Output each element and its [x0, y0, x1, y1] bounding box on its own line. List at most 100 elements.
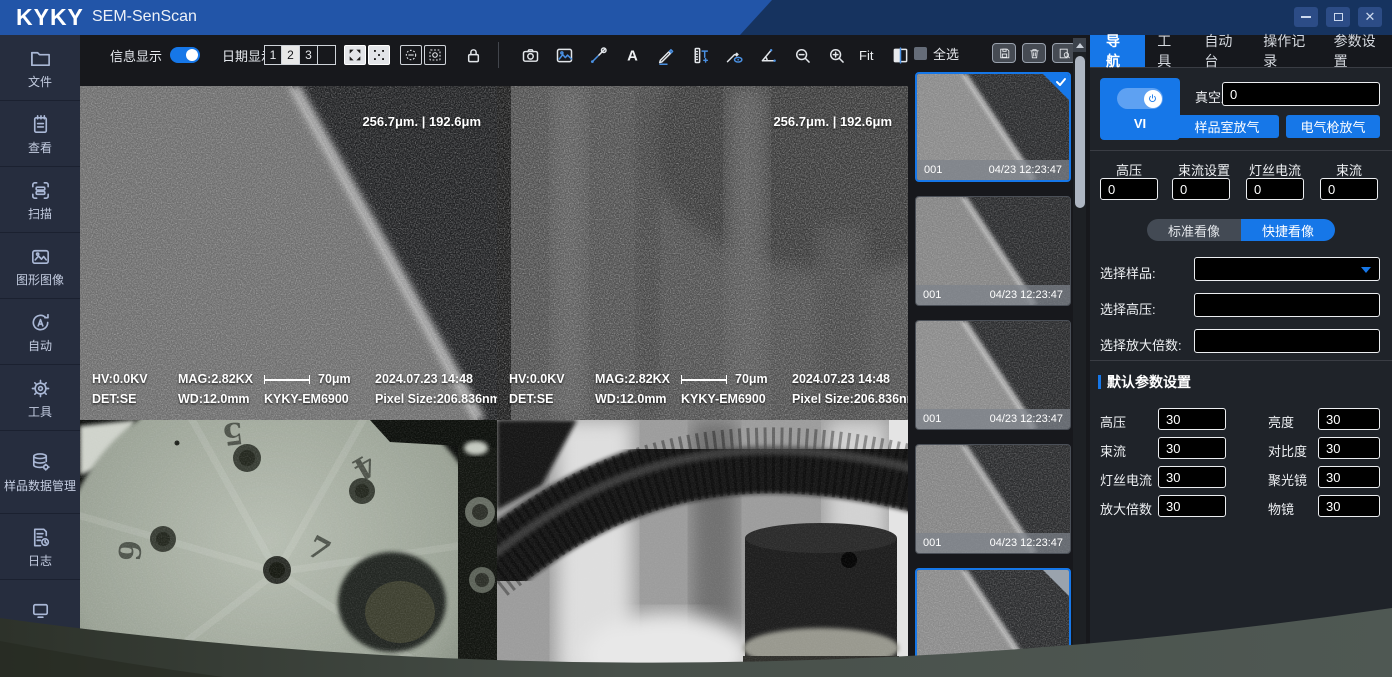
quick-imaging-button[interactable]: 快捷看像: [1241, 219, 1335, 241]
chevron-down-icon: [1361, 267, 1371, 273]
lock-button[interactable]: [460, 43, 486, 67]
select-sample-dropdown[interactable]: [1194, 257, 1380, 281]
sem-viewport-1[interactable]: 256.7μm. | 192.6μm HV:0.0KV MAG:2.82KX 7…: [80, 86, 497, 420]
param-objective-label: 物镜: [1268, 499, 1294, 518]
thumbnail-item-4[interactable]: 001 04/23 12:23:47: [915, 444, 1071, 554]
quadrant-selector: 1 2 3: [264, 45, 336, 65]
sidebar: 文件 查看 扫描 图形图像 自动 工具 样品数据管理 日志: [0, 35, 80, 677]
measure-visibility-button[interactable]: [721, 43, 747, 67]
tab-operation-log[interactable]: 操作记录: [1251, 35, 1321, 67]
filament-input[interactable]: [1246, 178, 1304, 200]
hv-input[interactable]: [1100, 178, 1158, 200]
text-annotation-button[interactable]: A: [619, 43, 645, 67]
chamber-camera-viewport[interactable]: 5 4 6 7: [80, 420, 497, 677]
folder-icon: [29, 47, 52, 70]
info-display-toggle[interactable]: [170, 47, 200, 63]
save-images-button[interactable]: [992, 43, 1016, 63]
image-tools-button[interactable]: [585, 43, 611, 67]
maximize-button[interactable]: [1326, 7, 1350, 27]
beam-input[interactable]: [1320, 178, 1378, 200]
zoom-out-icon: [792, 45, 813, 66]
selected-corner: [1043, 570, 1069, 596]
zoom-in-button[interactable]: [823, 43, 849, 67]
tab-auto-stage[interactable]: 自动台: [1192, 35, 1251, 67]
vacuum-input[interactable]: [1222, 82, 1380, 106]
minimize-button[interactable]: [1294, 7, 1318, 27]
thumbnail-item-3[interactable]: 001 04/23 12:23:47: [915, 320, 1071, 430]
param-mag-input[interactable]: [1158, 495, 1226, 517]
mag-readout: MAG:2.82KX: [595, 372, 670, 386]
sidebar-item-scan[interactable]: 扫描: [0, 167, 80, 233]
selection-rect-button[interactable]: [424, 45, 446, 65]
stage-camera-viewport[interactable]: [497, 420, 908, 677]
notes-icon: [29, 113, 52, 136]
sidebar-item-view[interactable]: 查看: [0, 101, 80, 167]
quadrant-button-4[interactable]: [318, 45, 336, 65]
param-beam-input[interactable]: [1158, 437, 1226, 459]
param-hv-input[interactable]: [1158, 408, 1226, 430]
tools-icon: [588, 45, 609, 66]
zoom-out-button[interactable]: [789, 43, 815, 67]
app-logo: KYKY: [16, 4, 84, 31]
sidebar-item-files[interactable]: 文件: [0, 35, 80, 101]
param-condenser-input[interactable]: [1318, 466, 1380, 488]
thumbnail-item-5[interactable]: 001 04/23 12:23:47: [915, 568, 1071, 677]
select-all-checkbox[interactable]: [914, 47, 927, 60]
select-mag-field[interactable]: [1194, 329, 1380, 353]
pattern-view-button[interactable]: [368, 45, 390, 65]
sidebar-item-sample-data[interactable]: 样品数据管理: [0, 431, 80, 514]
vent-chamber-button[interactable]: 样品室放气: [1175, 115, 1279, 138]
svg-text:A: A: [627, 48, 638, 64]
param-contrast-label: 对比度: [1268, 441, 1307, 460]
param-objective-input[interactable]: [1318, 495, 1380, 517]
stage-camera-image: [497, 420, 908, 677]
param-contrast-input[interactable]: [1318, 437, 1380, 459]
thumbnail-timestamp: 04/23 12:23:47: [989, 164, 1062, 176]
standard-imaging-button[interactable]: 标准看像: [1147, 219, 1241, 241]
tab-navigation[interactable]: 导航: [1090, 35, 1145, 67]
sidebar-item-more[interactable]: [0, 580, 80, 640]
fov-size-label: 256.7μm. | 192.6μm: [362, 114, 481, 129]
thumbnail-id: 001: [924, 660, 942, 672]
beam-set-input[interactable]: [1172, 178, 1230, 200]
close-button[interactable]: ✕: [1358, 7, 1382, 27]
select-hv-field[interactable]: [1194, 293, 1380, 317]
param-brightness-input[interactable]: [1318, 408, 1380, 430]
sem-viewport-2[interactable]: 256.7μm. | 192.6μm HV:0.0KV MAG:2.82KX 7…: [497, 86, 908, 420]
delete-images-button[interactable]: [1022, 43, 1046, 63]
thumbnail-id: 001: [924, 164, 942, 176]
thumbnail-timestamp: 04/23 12:23:47: [990, 289, 1063, 301]
snapshot-button[interactable]: [551, 43, 577, 67]
vent-gun-button[interactable]: 电气枪放气: [1286, 115, 1380, 138]
zoom-in-icon: [826, 45, 847, 66]
chamber-camera-image: 5 4 6 7: [80, 420, 497, 677]
info-display-label: 信息显示: [110, 46, 162, 65]
capture-button[interactable]: [517, 43, 543, 67]
quadrant-button-1[interactable]: 1: [264, 45, 282, 65]
scroll-up-button[interactable]: [1073, 38, 1086, 52]
thumbnail-id: 001: [923, 537, 941, 549]
scrollbar-thumb[interactable]: [1075, 56, 1085, 208]
sidebar-item-graphics[interactable]: 图形图像: [0, 233, 80, 299]
param-filament-label: 灯丝电流: [1100, 470, 1152, 489]
thumbnail-item-2[interactable]: 001 04/23 12:23:47: [915, 196, 1071, 306]
thumbnail-item-1[interactable]: 001 04/23 12:23:47: [915, 72, 1071, 182]
param-filament-input[interactable]: [1158, 466, 1226, 488]
param-brightness-label: 亮度: [1268, 412, 1294, 431]
expand-view-button[interactable]: [344, 45, 366, 65]
quadrant-button-3[interactable]: 3: [300, 45, 318, 65]
vi-vacuum-card[interactable]: VI: [1100, 78, 1180, 140]
ruler-annotation-button[interactable]: [687, 43, 713, 67]
angle-measure-button[interactable]: [755, 43, 781, 67]
selection-circle-button[interactable]: [400, 45, 422, 65]
fit-button[interactable]: Fit: [859, 48, 873, 63]
sidebar-item-tools[interactable]: 工具: [0, 365, 80, 431]
sem-image-1: [80, 86, 497, 420]
sidebar-item-log[interactable]: 日志: [0, 514, 80, 580]
tab-parameter-settings[interactable]: 参数设置: [1322, 35, 1392, 67]
tab-tools[interactable]: 工具: [1145, 35, 1192, 67]
sidebar-item-auto[interactable]: 自动: [0, 299, 80, 365]
vi-toggle[interactable]: [1117, 88, 1163, 109]
quadrant-button-2[interactable]: 2: [282, 45, 300, 65]
pen-annotation-button[interactable]: [653, 43, 679, 67]
